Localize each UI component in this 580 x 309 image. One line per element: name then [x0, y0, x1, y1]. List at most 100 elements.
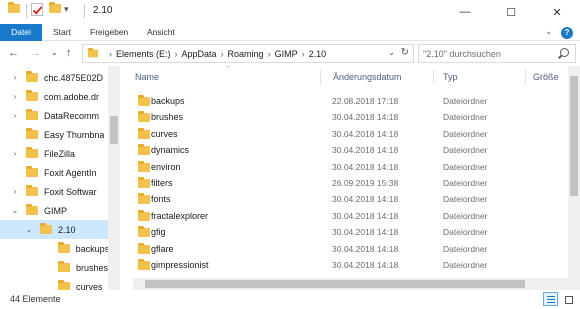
- tab-view[interactable]: Ansicht: [139, 24, 183, 41]
- nav-tree-item[interactable]: ⌄ 2.10: [0, 220, 108, 239]
- nav-tree-item[interactable]: › FileZilla: [0, 144, 108, 163]
- file-row[interactable]: gflare 30.04.2018 14:18 Dateiordner: [130, 241, 566, 257]
- file-row[interactable]: fractalexplorer 30.04.2018 14:18 Dateiordn…: [130, 208, 566, 224]
- column-header-name[interactable]: Name: [135, 72, 159, 82]
- search-icon: [560, 48, 569, 57]
- folder-icon: [138, 193, 150, 205]
- folder-icon: [87, 47, 99, 58]
- status-bar: 44 Elemente: [0, 290, 580, 309]
- file-name: curves: [151, 128, 178, 139]
- nav-tree-item[interactable]: › com.adobe.dr: [0, 87, 108, 106]
- nav-scroll-thumb[interactable]: [110, 116, 118, 144]
- file-row[interactable]: filters 26.09.2019 15:38 Dateiordner: [130, 175, 566, 191]
- new-folder-icon[interactable]: [49, 2, 61, 13]
- address-bar[interactable]: › Elements (E:) › AppData › Roaming › GI…: [82, 44, 414, 63]
- file-date: 22.08.2018 17:18: [332, 96, 399, 106]
- nav-tree-item[interactable]: brushes: [0, 258, 108, 277]
- breadcrumb-separator[interactable]: ›: [221, 49, 224, 59]
- column-header-size[interactable]: Größe: [533, 72, 559, 82]
- maximize-button[interactable]: ☐: [488, 0, 534, 24]
- column-header-date[interactable]: Änderungsdatum: [333, 72, 402, 82]
- nav-tree-item[interactable]: › Foxit Softwar: [0, 182, 108, 201]
- refresh-button[interactable]: ↻: [401, 47, 409, 58]
- file-list-scrollbar[interactable]: [568, 66, 580, 278]
- folder-icon: [138, 259, 150, 270]
- chevron-right-icon[interactable]: ›: [10, 111, 20, 120]
- file-row[interactable]: curves 30.04.2018 14:18 Dateiordner: [130, 126, 566, 142]
- file-date: 30.04.2018 14:18: [332, 161, 399, 172]
- tab-file[interactable]: Datei: [0, 24, 42, 41]
- column-divider[interactable]: [433, 69, 434, 85]
- nav-tree-item[interactable]: Foxit AgentIn: [0, 163, 108, 182]
- expanded-chevron-icon[interactable]: ⌄: [10, 206, 20, 215]
- chevron-right-icon[interactable]: ›: [10, 92, 20, 101]
- breadcrumb-separator[interactable]: ›: [268, 49, 271, 59]
- nav-tree-item[interactable]: backups: [0, 239, 108, 258]
- properties-icon[interactable]: [31, 3, 43, 16]
- folder-icon: [138, 177, 150, 188]
- breadcrumb-current[interactable]: 2.10: [309, 49, 327, 59]
- column-divider[interactable]: [525, 69, 526, 85]
- breadcrumb-roaming[interactable]: Roaming: [228, 49, 264, 59]
- nav-tree-item[interactable]: › DataRecomm: [0, 106, 108, 125]
- file-row[interactable]: gimpressionist 30.04.2018 14:18 Dateiordne…: [130, 257, 566, 273]
- file-row[interactable]: backups 22.08.2018 17:18 Dateiordner: [130, 93, 566, 109]
- column-divider[interactable]: [320, 69, 321, 85]
- tab-share[interactable]: Freigeben: [82, 24, 136, 41]
- nav-tree-label: Foxit Softwar: [44, 186, 97, 197]
- file-row[interactable]: gfig 30.04.2018 14:18 Dateiordner: [130, 224, 566, 240]
- horizontal-scroll-thumb[interactable]: [145, 280, 525, 288]
- file-list-scroll-thumb[interactable]: [570, 76, 578, 196]
- breadcrumb-gimp[interactable]: GIMP: [275, 49, 298, 59]
- nav-tree-label: chc.4875E02D: [44, 72, 104, 83]
- nav-tree-item[interactable]: ⌄ GIMP: [0, 201, 108, 220]
- breadcrumb-separator[interactable]: ›: [302, 49, 305, 59]
- back-button[interactable]: ←: [8, 47, 19, 59]
- file-name: environ: [151, 161, 181, 172]
- search-input[interactable]: [423, 47, 553, 60]
- file-row[interactable]: dynamics 30.04.2018 14:18 Dateiordner: [130, 142, 566, 158]
- chevron-right-icon[interactable]: ›: [10, 187, 20, 196]
- horizontal-scrollbar[interactable]: [133, 278, 580, 290]
- help-icon[interactable]: ?: [561, 27, 573, 39]
- forward-button[interactable]: →: [30, 47, 41, 59]
- close-button[interactable]: ✕: [534, 0, 580, 24]
- expanded-chevron-icon[interactable]: ⌄: [24, 225, 34, 234]
- tab-start[interactable]: Start: [45, 24, 79, 41]
- large-icons-view-button[interactable]: [561, 292, 576, 306]
- folder-icon: [138, 226, 150, 238]
- breadcrumb-appdata[interactable]: AppData: [182, 49, 217, 59]
- nav-tree-item[interactable]: Easy Thumbna: [0, 125, 108, 144]
- folder-icon: [138, 144, 150, 156]
- breadcrumb-separator[interactable]: ›: [175, 49, 178, 59]
- breadcrumb-drive[interactable]: Elements (E:): [116, 49, 171, 59]
- file-row[interactable]: fonts 30.04.2018 14:18 Dateiordner: [130, 191, 566, 207]
- navigation-pane: › chc.4875E02D › com.adobe.dr › DataRecomm Eas…: [0, 66, 120, 290]
- file-row[interactable]: environ 30.04.2018 14:18 Dateiordner: [130, 159, 566, 175]
- file-name: gflare: [151, 243, 174, 254]
- customize-quick-access-icon[interactable]: ▾: [64, 4, 69, 15]
- nav-pane-scrollbar[interactable]: [108, 66, 120, 290]
- search-box[interactable]: [418, 44, 576, 63]
- nav-tree-label: curves: [76, 281, 103, 291]
- folder-icon: [40, 223, 52, 234]
- nav-tree-item[interactable]: curves: [0, 277, 108, 290]
- expand-ribbon-icon[interactable]: ⌄: [545, 26, 553, 37]
- recent-locations-button[interactable]: ⌄: [51, 48, 58, 57]
- up-button[interactable]: ↑: [66, 47, 72, 59]
- file-type: Dateiordner: [443, 243, 488, 254]
- address-history-dropdown[interactable]: ⌄: [388, 48, 395, 57]
- chevron-right-icon[interactable]: ›: [10, 149, 20, 158]
- file-row[interactable]: brushes 30.04.2018 14:18 Dateiordner: [130, 109, 566, 125]
- folder-icon: [58, 280, 70, 290]
- nav-tree-item[interactable]: › chc.4875E02D: [0, 68, 108, 87]
- nav-tree-label: DataRecomm: [44, 110, 100, 121]
- file-name: fractalexplorer: [151, 210, 209, 221]
- file-type: Dateiordner: [443, 112, 488, 123]
- chevron-right-icon[interactable]: ›: [10, 73, 20, 82]
- column-header-type[interactable]: Typ: [443, 72, 458, 82]
- file-type: Dateiordner: [443, 194, 488, 205]
- nav-tree-label: backups: [75, 243, 108, 254]
- details-view-button[interactable]: [543, 292, 558, 306]
- minimize-button[interactable]: —: [442, 0, 488, 24]
